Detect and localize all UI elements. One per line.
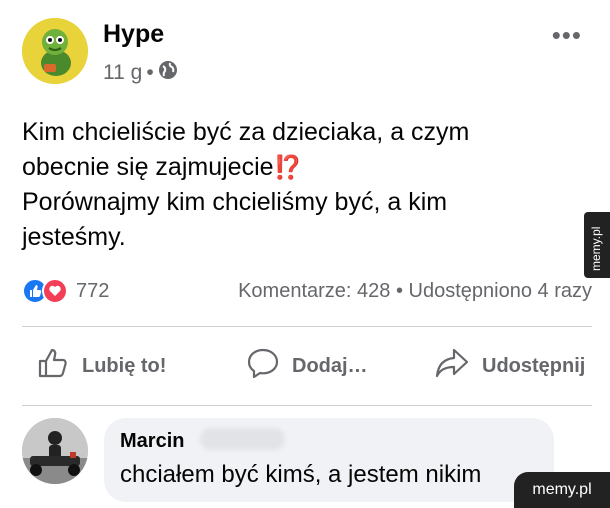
side-watermark: memy.pl: [584, 212, 610, 278]
bottom-watermark: memy.pl: [514, 472, 610, 508]
comment-text: chciałem być kimś, a jestem nikim: [120, 461, 482, 488]
post-text-segment: obecnie się zajmujecie: [22, 153, 274, 181]
redacted-surname: [200, 428, 285, 450]
more-options-icon[interactable]: •••: [552, 20, 582, 51]
globe-icon: [158, 60, 178, 86]
share-label: Udostępnij: [482, 354, 586, 377]
post-time[interactable]: 11 g: [103, 61, 142, 85]
share-arrow-icon: [434, 346, 470, 386]
post-text-line: Kim chcieliście być za dzieciaka, a czym: [22, 118, 470, 146]
thumbs-up-icon: [36, 346, 70, 386]
reactions-count: 772: [76, 279, 110, 302]
commenter-avatar[interactable]: [22, 418, 88, 484]
like-label: Lubię to!: [82, 354, 167, 377]
meta-separator: •: [146, 61, 154, 84]
shares-count[interactable]: Udostępniono 4 razy: [409, 280, 592, 302]
reactions-summary[interactable]: 772: [22, 278, 109, 304]
counts-separator: •: [395, 280, 403, 302]
love-reaction-icon: [42, 278, 68, 304]
divider: [22, 405, 592, 406]
interrobang-emoji-icon: ⁉️: [273, 154, 303, 180]
divider: [22, 326, 592, 327]
post-text: Kim chcieliście być za dzieciaka, a czym…: [22, 115, 542, 255]
post-text-line: Porównajmy kim chcieliśmy być, a kim: [22, 188, 448, 216]
commenter-name[interactable]: Marcin: [120, 430, 184, 453]
comments-count[interactable]: Komentarze: 428: [238, 280, 390, 302]
engagement-counts: Komentarze: 428 • Udostępniono 4 razy: [238, 280, 592, 303]
post-meta: 11 g •: [103, 60, 178, 86]
post-text-line: obecnie się zajmujecie⁉️: [22, 150, 542, 185]
like-button[interactable]: Lubię to!: [36, 346, 166, 386]
comment-label: Dodaj…: [292, 354, 368, 377]
share-button[interactable]: Udostępnij: [434, 346, 585, 386]
comment-button[interactable]: Dodaj…: [246, 346, 368, 386]
post-author[interactable]: Hype: [103, 20, 164, 49]
page-avatar[interactable]: [22, 18, 88, 84]
post-text-line: jesteśmy.: [22, 223, 126, 251]
side-watermark-text: memy.pl: [589, 226, 603, 271]
comment-bubble-icon: [246, 346, 280, 386]
